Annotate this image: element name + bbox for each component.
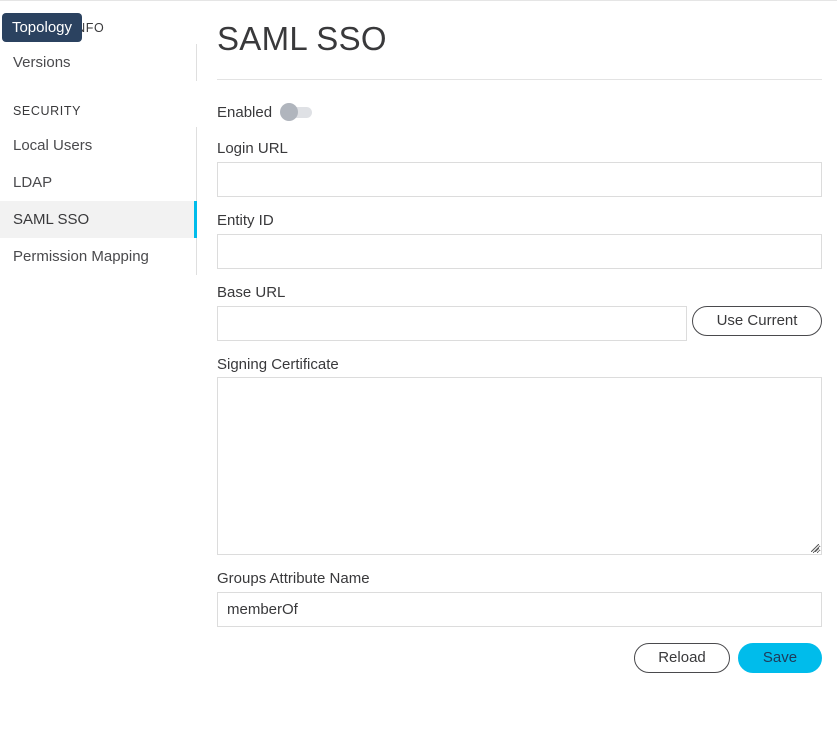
groups-attribute-name-input[interactable] (217, 592, 822, 627)
sidebar: SYSTEM INFO Versions SECURITY Local User… (0, 0, 197, 746)
toggle-knob (280, 103, 299, 121)
base-url-label: Base URL (217, 284, 286, 301)
entity-id-input[interactable] (217, 234, 822, 269)
base-url-input[interactable] (217, 306, 687, 341)
page-title: SAML SSO (217, 20, 387, 57)
use-current-button[interactable]: Use Current (692, 306, 822, 336)
enabled-row: Enabled (217, 102, 313, 122)
sidebar-item-permission-mapping[interactable]: Permission Mapping (0, 238, 197, 275)
enabled-label: Enabled (217, 103, 273, 121)
sidebar-item-ldap[interactable]: LDAP (0, 164, 197, 201)
signing-certificate-label: Signing Certificate (217, 356, 339, 373)
save-button[interactable]: Save (738, 643, 822, 673)
signing-certificate-textarea[interactable] (217, 377, 822, 555)
reload-button[interactable]: Reload (634, 643, 730, 673)
section-header-security: SECURITY (13, 104, 82, 118)
login-url-label: Login URL (217, 140, 288, 157)
groups-attribute-name-label: Groups Attribute Name (217, 570, 370, 587)
title-divider (217, 79, 822, 80)
sidebar-item-versions[interactable]: Versions (0, 44, 197, 81)
sidebar-item-local-users[interactable]: Local Users (0, 127, 197, 164)
login-url-input[interactable] (217, 162, 822, 197)
signing-certificate-wrapper (217, 377, 822, 555)
sidebar-item-saml-sso[interactable]: SAML SSO (0, 201, 197, 238)
entity-id-label: Entity ID (217, 212, 274, 229)
enabled-toggle[interactable] (280, 102, 313, 122)
topology-tooltip: Topology (2, 13, 82, 42)
